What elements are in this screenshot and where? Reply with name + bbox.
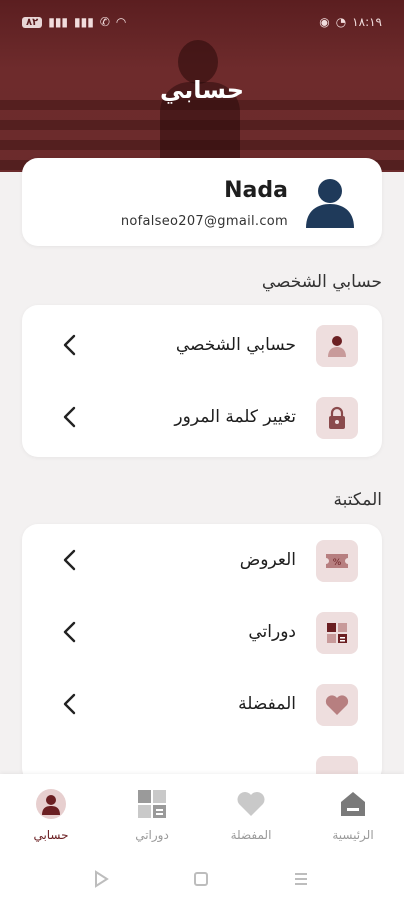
heart-icon	[237, 792, 265, 816]
user-name: Nada	[224, 178, 288, 203]
nav-item-courses[interactable]: دوراتي	[107, 788, 197, 842]
menu-item-change-password[interactable]: تغيير كلمة المرور	[22, 383, 382, 453]
heart-icon	[316, 684, 358, 726]
signal-icon-2: ▮▮▮	[74, 15, 94, 29]
nav-label: المفضلة	[230, 828, 272, 842]
lock-icon	[316, 397, 358, 439]
chevron-left-icon	[63, 621, 76, 643]
back-triangle-icon[interactable]	[90, 868, 112, 890]
chevron-left-icon	[63, 693, 76, 715]
menu-item-label: العروض	[239, 550, 296, 570]
chevron-left-icon	[63, 406, 76, 428]
user-email: nofalseo207@gmail.com	[120, 214, 288, 229]
nav-item-favorites[interactable]: المفضلة	[206, 788, 296, 842]
nav-label: دوراتي	[135, 828, 169, 842]
section-title-library: المكتبة	[333, 490, 383, 510]
menu-item-favorites[interactable]: المفضلة	[22, 670, 382, 740]
personal-menu-card: حسابي الشخصي تغيير كلمة المرور	[22, 305, 382, 457]
courses-icon	[138, 790, 166, 818]
wifi-icon: ◠	[115, 15, 127, 29]
nav-label: حسابي	[33, 828, 69, 842]
clock-icon: ◔	[335, 15, 347, 29]
status-bar: ٨٢ ▮▮▮ ▮▮▮ ✆ ◠ ◉ ◔ ١٨:١٩	[0, 0, 404, 44]
page-title: حسابي	[159, 76, 245, 104]
call-icon: ✆	[99, 15, 110, 29]
menu-item-label: حسابي الشخصي	[175, 335, 296, 355]
menu-item-offers[interactable]: % العروض	[22, 526, 382, 596]
menu-item-label: المفضلة	[238, 694, 296, 714]
alarm-icon: ◉	[319, 15, 330, 29]
home-icon	[341, 792, 365, 816]
menu-item-label: دوراتي	[248, 622, 296, 642]
avatar-icon	[306, 179, 354, 228]
nav-item-account[interactable]: حسابي	[6, 788, 96, 842]
chevron-left-icon	[63, 334, 76, 356]
system-nav-bar	[0, 860, 404, 900]
menu-item-courses[interactable]: دوراتي	[22, 598, 382, 668]
menu-item-profile[interactable]: حسابي الشخصي	[22, 311, 382, 381]
signal-icon: ▮▮▮	[48, 15, 69, 29]
nav-label: الرئيسية	[332, 828, 374, 842]
home-square-icon[interactable]	[190, 868, 212, 890]
chevron-left-icon	[63, 549, 76, 571]
courses-icon	[316, 612, 358, 654]
bottom-nav: الرئيسية المفضلة دوراتي حسابي	[0, 774, 404, 860]
library-menu-card: % العروض دوراتي المفضلة	[22, 524, 382, 798]
profile-card[interactable]: Nada nofalseo207@gmail.com	[22, 158, 382, 246]
menu-lines-icon[interactable]	[290, 868, 312, 890]
account-icon	[36, 789, 66, 819]
person-icon	[316, 325, 358, 367]
menu-item-label: تغيير كلمة المرور	[174, 407, 296, 427]
svg-text:%: %	[333, 558, 342, 568]
nav-item-home[interactable]: الرئيسية	[308, 788, 398, 842]
battery-indicator: ٨٢	[22, 16, 43, 28]
status-time: ١٨:١٩	[352, 15, 382, 29]
offers-icon: %	[316, 540, 358, 582]
section-title-personal: حسابي الشخصي	[261, 272, 382, 292]
